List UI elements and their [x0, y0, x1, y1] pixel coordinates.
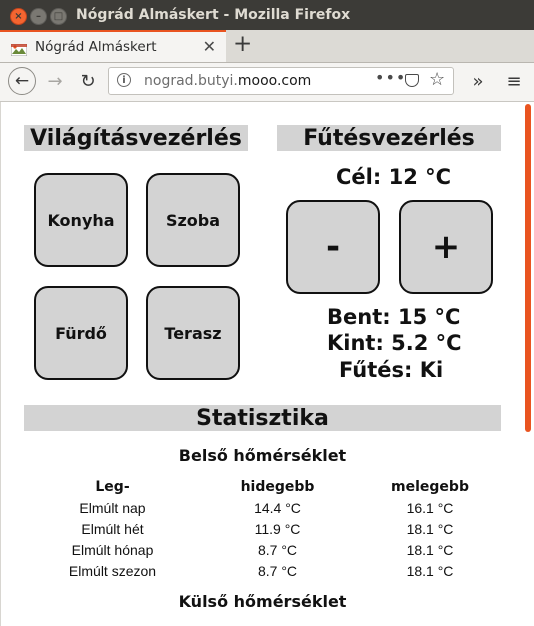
tab-active[interactable]: Nógrád Almáskert ✕: [0, 30, 226, 62]
url-bar[interactable]: i nograd.butyi.mooo.com ••• ☆: [108, 67, 454, 95]
new-tab-button[interactable]: +: [233, 31, 252, 57]
url-path: nograd.butyi.: [144, 73, 238, 89]
outside-value: 5.2 °C: [391, 331, 462, 355]
column-header: Leg-: [95, 478, 130, 495]
window-close-button[interactable]: ×: [10, 8, 27, 25]
max-cell: 18.1 °C: [406, 541, 454, 558]
period-cell: Elmúlt nap: [79, 499, 146, 516]
lights-section-title: Világításvezérlés: [24, 125, 248, 151]
period-cell: Elmúlt hét: [81, 520, 144, 537]
max-cell: 18.1 °C: [406, 562, 454, 579]
target-temperature: Cél: 12 °C: [336, 165, 451, 189]
inside-label: Bent:: [327, 305, 391, 329]
target-label: Cél:: [336, 165, 382, 189]
url-domain: mooo.com: [237, 73, 312, 89]
min-cell: 14.4 °C: [254, 499, 301, 516]
table-header-row: Leg- hidegebb melegebb: [30, 476, 500, 497]
target-value: 12 °C: [388, 165, 452, 189]
outside-temperature-heading: Külső hőmérséklet: [178, 592, 347, 611]
column-header: hidegebb: [240, 478, 315, 495]
reload-button[interactable]: ↻: [74, 67, 102, 95]
bookmark-star-icon[interactable]: ☆: [429, 69, 445, 90]
scrollbar-thumb[interactable]: [525, 104, 531, 432]
forward-button[interactable]: →: [41, 67, 69, 95]
light-bathroom-button[interactable]: Fürdő: [34, 286, 128, 380]
period-cell: Elmúlt szezon: [68, 562, 157, 579]
toolbar-overflow-icon[interactable]: »: [464, 67, 492, 95]
inside-stats-table: Leg- hidegebb melegebb Elmúlt nap 14.4 °…: [30, 476, 500, 581]
light-room-button[interactable]: Szoba: [146, 173, 240, 267]
table-row: Elmúlt nap 14.4 °C 16.1 °C: [30, 497, 500, 518]
table-row: Elmúlt hónap 8.7 °C 18.1 °C: [30, 539, 500, 560]
heating-status: Fűtés: Ki: [339, 358, 443, 382]
heating-status-value: Ki: [419, 358, 444, 382]
light-kitchen-button[interactable]: Konyha: [34, 173, 128, 267]
navigation-toolbar: ← → ↻ i nograd.butyi.mooo.com ••• ☆ » ≡: [0, 63, 534, 102]
window-title: Nógrád Almáskert - Mozilla Firefox: [76, 7, 351, 23]
table-row: Elmúlt hét 11.9 °C 18.1 °C: [30, 518, 500, 539]
back-button[interactable]: ←: [8, 67, 36, 95]
outside-label: Kint:: [327, 331, 384, 355]
statistics-section-title: Statisztika: [24, 405, 501, 431]
min-cell: 8.7 °C: [257, 541, 298, 558]
inside-temperature-heading: Belső hőmérséklet: [178, 446, 347, 465]
heating-section-title: Fűtésvezérlés: [277, 125, 501, 151]
url-text[interactable]: nograd.butyi.mooo.com: [144, 73, 311, 89]
window-titlebar: × – □ Nógrád Almáskert - Mozilla Firefox: [0, 0, 534, 30]
inside-value: 15 °C: [397, 305, 461, 329]
favicon-icon: [10, 41, 28, 57]
tab-strip: Nógrád Almáskert ✕ +: [0, 30, 534, 63]
pocket-icon[interactable]: [405, 74, 419, 87]
outside-temperature: Kint: 5.2 °C: [327, 331, 462, 355]
min-cell: 11.9 °C: [254, 520, 301, 537]
window-maximize-button[interactable]: □: [50, 8, 67, 25]
min-cell: 8.7 °C: [257, 562, 298, 579]
tab-title: Nógrád Almáskert: [35, 39, 157, 55]
window-left-border: [0, 102, 7, 626]
inside-temperature: Bent: 15 °C: [327, 305, 460, 329]
site-info-icon[interactable]: i: [117, 73, 131, 87]
heating-status-label: Fűtés:: [339, 358, 413, 382]
light-terrace-button[interactable]: Terasz: [146, 286, 240, 380]
increase-temperature-button[interactable]: +: [399, 200, 493, 294]
table-row: Elmúlt szezon 8.7 °C 18.1 °C: [30, 560, 500, 581]
max-cell: 18.1 °C: [406, 520, 454, 537]
page-viewport: Világításvezérlés Fűtésvezérlés Konyha S…: [7, 102, 523, 626]
decrease-temperature-button[interactable]: -: [286, 200, 380, 294]
period-cell: Elmúlt hónap: [71, 541, 154, 558]
column-header: melegebb: [391, 478, 469, 495]
max-cell: 16.1 °C: [406, 499, 454, 516]
page-actions-icon[interactable]: •••: [375, 68, 406, 87]
hamburger-menu-icon[interactable]: ≡: [500, 67, 528, 95]
tab-close-icon[interactable]: ✕: [203, 37, 216, 56]
window-minimize-button[interactable]: –: [30, 8, 47, 25]
